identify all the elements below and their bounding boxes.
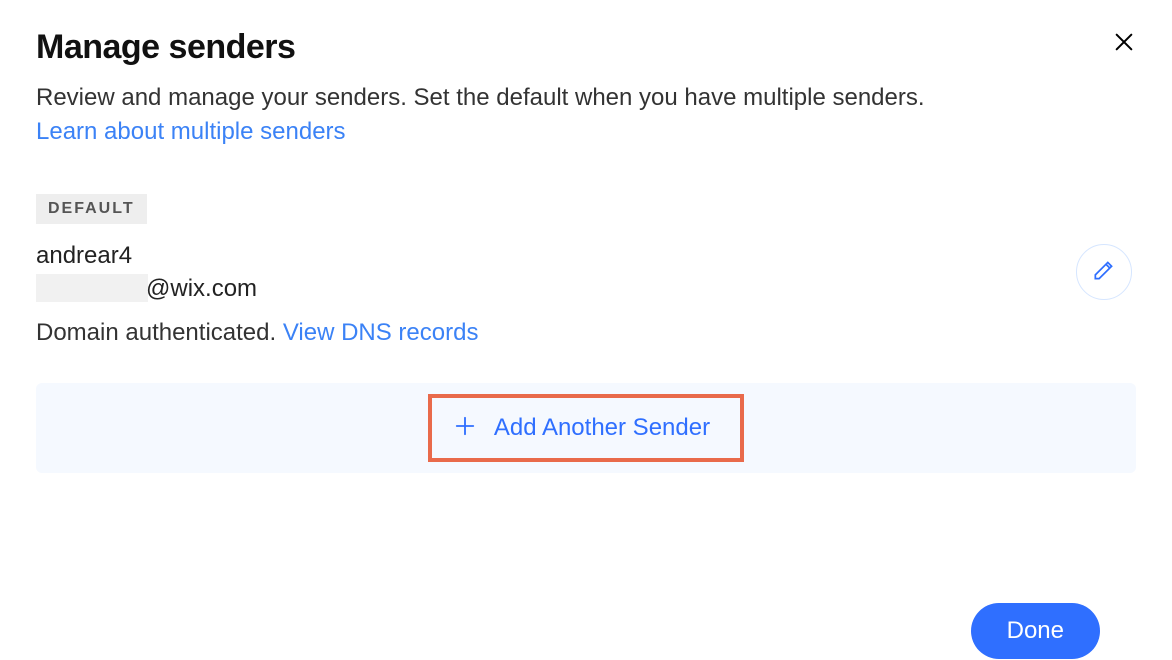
add-sender-bar: Add Another Sender bbox=[36, 383, 1136, 473]
domain-status: Domain authenticated. View DNS records bbox=[36, 319, 1016, 347]
redacted-local-part bbox=[36, 274, 148, 302]
view-dns-link[interactable]: View DNS records bbox=[283, 319, 479, 346]
plus-icon bbox=[454, 414, 476, 442]
add-another-sender-button[interactable]: Add Another Sender bbox=[428, 394, 744, 462]
manage-senders-dialog: Manage senders Review and manage your se… bbox=[0, 0, 1172, 583]
add-another-sender-label: Add Another Sender bbox=[494, 414, 710, 442]
subtitle-text: Review and manage your senders. Set the … bbox=[36, 84, 925, 111]
close-icon bbox=[1113, 31, 1135, 58]
dialog-footer: Done bbox=[36, 473, 1136, 583]
sender-entry: andrear4 @wix.com Domain authenticated. … bbox=[36, 242, 1136, 347]
sender-email-domain: @wix.com bbox=[146, 275, 257, 302]
close-button[interactable] bbox=[1110, 30, 1138, 58]
dialog-title: Manage senders bbox=[36, 28, 1136, 67]
learn-more-link[interactable]: Learn about multiple senders bbox=[36, 118, 346, 145]
done-button[interactable]: Done bbox=[971, 603, 1100, 659]
sender-email: @wix.com bbox=[36, 274, 1016, 303]
sender-name: andrear4 bbox=[36, 242, 1016, 270]
domain-status-text: Domain authenticated. bbox=[36, 319, 283, 346]
pencil-icon bbox=[1091, 257, 1117, 288]
dialog-subtitle: Review and manage your senders. Set the … bbox=[36, 81, 986, 148]
default-badge: DEFAULT bbox=[36, 194, 147, 224]
edit-sender-button[interactable] bbox=[1076, 244, 1132, 300]
